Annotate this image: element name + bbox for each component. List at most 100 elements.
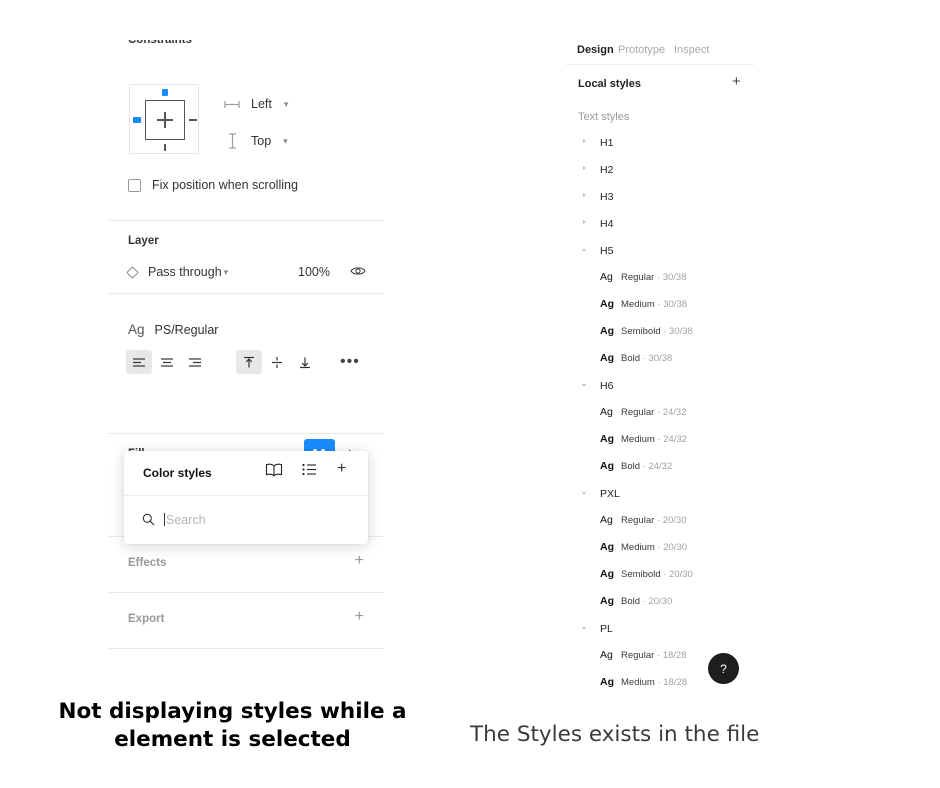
chevron-right-icon[interactable] bbox=[583, 220, 586, 224]
align-left-button[interactable] bbox=[126, 350, 152, 374]
constraint-handle-bottom[interactable] bbox=[164, 144, 166, 151]
tab-inspect[interactable]: Inspect bbox=[674, 44, 709, 56]
align-center-button[interactable] bbox=[154, 350, 180, 374]
horizontal-constraint-value: Left bbox=[251, 97, 272, 111]
tab-design[interactable]: Design bbox=[577, 44, 614, 56]
constraint-center-icon-v bbox=[164, 112, 166, 128]
styles-panel: Design Prototype Inspect Local styles + … bbox=[566, 36, 754, 697]
color-styles-popup: Color styles + Search bbox=[124, 451, 368, 544]
ag-icon: Ag bbox=[600, 514, 613, 526]
style-item-label: Semibold · 30/38 bbox=[621, 326, 693, 337]
style-group-h1[interactable]: H1 bbox=[566, 129, 754, 156]
search-input[interactable]: Search bbox=[166, 513, 206, 527]
chevron-down-icon[interactable]: ▾ bbox=[284, 99, 289, 110]
style-item-label: Medium · 24/32 bbox=[621, 434, 688, 445]
style-item-label: Bold · 20/30 bbox=[621, 596, 673, 607]
align-top-button[interactable] bbox=[236, 350, 262, 374]
style-item-label: Medium · 20/30 bbox=[621, 542, 688, 553]
color-styles-search-row[interactable]: Search bbox=[124, 496, 368, 543]
local-styles-add-button[interactable]: + bbox=[732, 73, 741, 90]
eye-icon[interactable] bbox=[350, 264, 366, 282]
book-icon[interactable] bbox=[265, 463, 283, 477]
constraint-handle-right[interactable] bbox=[189, 119, 197, 121]
horizontal-constraint-row[interactable]: Left ▾ bbox=[223, 97, 288, 111]
fix-position-row[interactable]: Fix position when scrolling bbox=[128, 178, 298, 192]
ag-icon: Ag bbox=[600, 325, 614, 337]
style-group-pl[interactable]: PL bbox=[566, 615, 754, 642]
style-item-label: Regular · 30/38 bbox=[621, 272, 687, 283]
style-group-name: PL bbox=[600, 623, 613, 635]
caption-right: The Styles exists in the file bbox=[470, 722, 760, 747]
style-item-label: Semibold · 20/30 bbox=[621, 569, 693, 580]
color-styles-popup-header: Color styles + bbox=[124, 451, 368, 496]
style-group-h3[interactable]: H3 bbox=[566, 183, 754, 210]
ag-icon: Ag bbox=[600, 406, 613, 418]
align-middle-button[interactable] bbox=[264, 350, 290, 374]
chevron-right-icon[interactable] bbox=[583, 193, 586, 197]
constraints-widget[interactable] bbox=[129, 84, 199, 154]
style-group-h4[interactable]: H4 bbox=[566, 210, 754, 237]
style-item[interactable]: Ag Semibold · 30/38 bbox=[566, 318, 754, 345]
style-item[interactable]: Ag Regular · 24/32 bbox=[566, 399, 754, 426]
chevron-down-icon[interactable]: ▾ bbox=[224, 267, 229, 278]
style-item-label: Medium · 18/28 bbox=[621, 677, 688, 688]
font-style-row[interactable]: Ag PS/Regular bbox=[128, 322, 218, 337]
chevron-down-icon[interactable] bbox=[582, 249, 586, 254]
text-styles-label: Text styles bbox=[578, 111, 630, 123]
style-item-label: Medium · 30/38 bbox=[621, 299, 688, 310]
ag-icon: Ag bbox=[128, 322, 145, 337]
blend-mode-value[interactable]: Pass through bbox=[148, 265, 222, 279]
fix-position-checkbox[interactable] bbox=[128, 178, 141, 192]
style-item[interactable]: Ag Bold · 30/38 bbox=[566, 345, 754, 372]
style-group-h5[interactable]: H5 bbox=[566, 237, 754, 264]
constraint-handle-top[interactable] bbox=[162, 89, 168, 96]
chevron-down-icon[interactable] bbox=[582, 627, 586, 632]
chevron-down-icon[interactable]: ▾ bbox=[283, 136, 288, 147]
style-group-pxl[interactable]: PXL bbox=[566, 480, 754, 507]
style-item[interactable]: Ag Medium · 20/30 bbox=[566, 534, 754, 561]
caption-left: Not displaying styles while a element is… bbox=[58, 699, 407, 753]
style-group-name: H6 bbox=[600, 380, 614, 392]
style-item[interactable]: Ag Semibold · 20/30 bbox=[566, 561, 754, 588]
ag-icon: Ag bbox=[600, 568, 614, 580]
style-item[interactable]: Ag Medium · 24/32 bbox=[566, 426, 754, 453]
opacity-value[interactable]: 100% bbox=[298, 265, 330, 279]
style-item[interactable]: Ag Regular · 30/38 bbox=[566, 264, 754, 291]
style-group-h2[interactable]: H2 bbox=[566, 156, 754, 183]
style-group-name: H1 bbox=[600, 137, 614, 149]
constraints-section: Constraints Left ▾ Top ▾ Fix position wh… bbox=[108, 40, 384, 220]
list-icon[interactable] bbox=[302, 463, 317, 476]
export-section: Export + bbox=[108, 593, 384, 648]
vertical-constraint-row[interactable]: Top ▾ bbox=[223, 133, 288, 149]
constraint-handle-left[interactable] bbox=[133, 117, 141, 123]
layer-row: Pass through ▾ 100% bbox=[126, 264, 366, 282]
style-item[interactable]: Ag Bold · 20/30 bbox=[566, 588, 754, 615]
chevron-down-icon[interactable] bbox=[582, 492, 586, 497]
export-add-button[interactable]: + bbox=[355, 608, 364, 626]
style-item[interactable]: Ag Bold · 24/32 bbox=[566, 453, 754, 480]
align-bottom-button[interactable] bbox=[292, 350, 318, 374]
chevron-right-icon[interactable] bbox=[583, 166, 586, 170]
ag-icon: Ag bbox=[600, 460, 614, 472]
text-styles-list: H1 H2 H3 H4 H5 Ag Regular · 30/38 Ag Medium · 30… bbox=[566, 129, 754, 696]
help-button[interactable]: ? bbox=[708, 653, 739, 684]
ag-icon: Ag bbox=[600, 298, 614, 310]
style-item[interactable]: Ag Medium · 30/38 bbox=[566, 291, 754, 318]
align-right-button[interactable] bbox=[182, 350, 208, 374]
style-group-name: H3 bbox=[600, 191, 614, 203]
text-more-options-button[interactable]: ••• bbox=[340, 354, 360, 370]
style-group-h6[interactable]: H6 bbox=[566, 372, 754, 399]
chevron-right-icon[interactable] bbox=[583, 139, 586, 143]
font-style-value: PS/Regular bbox=[154, 322, 219, 337]
plus-icon[interactable]: + bbox=[337, 460, 346, 478]
effects-add-button[interactable]: + bbox=[355, 552, 364, 570]
tab-prototype[interactable]: Prototype bbox=[618, 44, 665, 56]
style-group-name: H4 bbox=[600, 218, 614, 230]
design-properties-panel: Constraints Left ▾ Top ▾ Fix position wh… bbox=[108, 40, 384, 668]
vertical-constraint-value: Top bbox=[251, 134, 272, 148]
style-item[interactable]: Ag Regular · 20/30 bbox=[566, 507, 754, 534]
horizontal-constraint-icon bbox=[223, 100, 241, 109]
local-styles-title: Local styles bbox=[578, 78, 641, 90]
layer-title: Layer bbox=[128, 235, 159, 247]
chevron-down-icon[interactable] bbox=[582, 384, 586, 389]
